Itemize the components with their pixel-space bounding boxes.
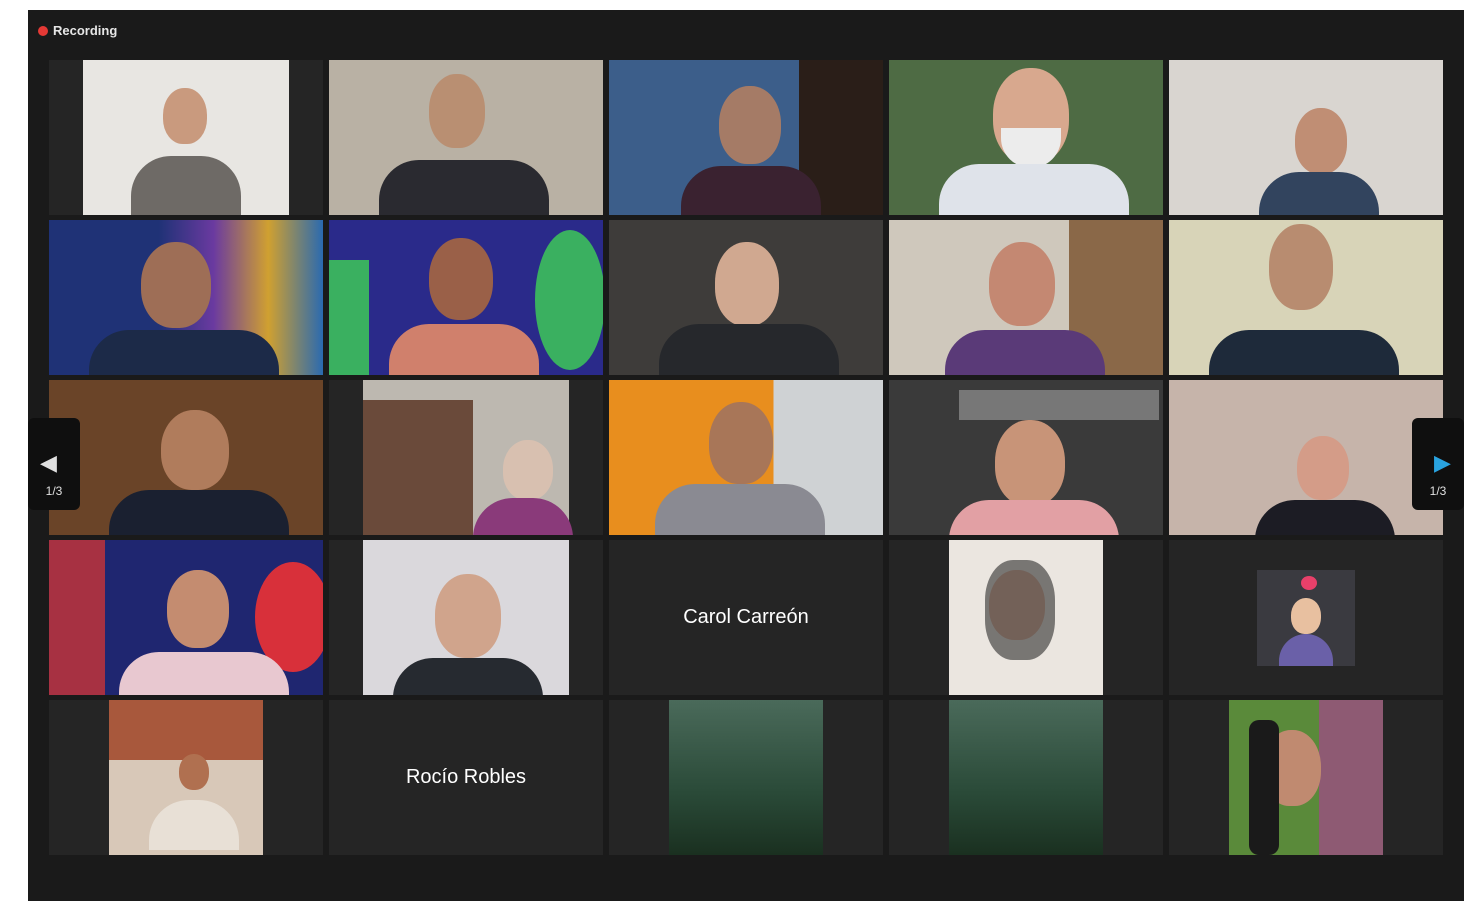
recording-dot-icon [38, 25, 48, 36]
chevron-right-icon: ▶ [1434, 450, 1451, 475]
video-tile[interactable]: Rocío Robles [329, 700, 603, 855]
video-tile[interactable] [49, 60, 323, 215]
video-tile-active-speaker[interactable] [889, 60, 1163, 215]
video-tile[interactable] [889, 700, 1163, 855]
participant-photo [1229, 700, 1383, 855]
video-tile[interactable] [1169, 380, 1443, 535]
participant-video [609, 380, 883, 535]
video-tile[interactable] [329, 540, 603, 695]
video-tile[interactable] [49, 220, 323, 375]
video-tile[interactable] [609, 700, 883, 855]
participant-video [363, 540, 569, 695]
video-tile[interactable] [609, 60, 883, 215]
video-tile[interactable] [329, 220, 603, 375]
participant-video [83, 60, 289, 215]
video-tile[interactable] [329, 380, 603, 535]
participant-video [1169, 220, 1443, 375]
participant-video [49, 380, 323, 535]
video-tile[interactable] [609, 380, 883, 535]
video-tile[interactable] [889, 380, 1163, 535]
participant-video [329, 220, 603, 375]
recording-label: Recording [53, 23, 118, 38]
participant-video [1169, 380, 1443, 535]
participant-video [889, 380, 1163, 535]
prev-page-button[interactable]: ◀ 1/3 [28, 418, 80, 510]
video-tile[interactable] [1169, 540, 1443, 695]
video-tile[interactable] [49, 700, 323, 855]
video-tile[interactable] [329, 60, 603, 215]
participant-avatar-illustration [1257, 570, 1355, 666]
participant-name: Rocío Robles [405, 766, 527, 788]
participant-video [329, 60, 603, 215]
video-tile[interactable] [889, 220, 1163, 375]
video-tile[interactable]: Carol Carreón [609, 540, 883, 695]
participant-name: Carol Carreón [683, 606, 809, 628]
participant-video [609, 60, 883, 215]
meeting-window: Recording Carol Carreón Rocío Robles ◀ 1… [28, 10, 1464, 901]
video-tile[interactable] [609, 220, 883, 375]
recording-indicator[interactable]: Recording [38, 23, 117, 38]
video-tile[interactable] [1169, 220, 1443, 375]
video-tile[interactable] [1169, 60, 1443, 215]
participant-photo [669, 700, 823, 855]
participant-video [609, 220, 883, 375]
video-tile[interactable] [889, 540, 1163, 695]
video-tile[interactable] [1169, 700, 1443, 855]
video-tile[interactable] [49, 540, 323, 695]
participant-video [49, 220, 323, 375]
participant-video [49, 540, 323, 695]
participant-photo [949, 540, 1103, 695]
video-tile[interactable] [49, 380, 323, 535]
participant-photo [949, 700, 1103, 855]
page-indicator: 1/3 [1429, 484, 1447, 498]
page-indicator: 1/3 [45, 484, 63, 498]
participant-video [363, 380, 573, 535]
participant-video [1169, 60, 1443, 215]
participant-video [889, 220, 1163, 375]
next-page-button[interactable]: ▶ 1/3 [1412, 418, 1464, 510]
participant-video [889, 60, 1163, 215]
participant-photo [109, 700, 263, 855]
chevron-left-icon: ◀ [40, 450, 57, 475]
